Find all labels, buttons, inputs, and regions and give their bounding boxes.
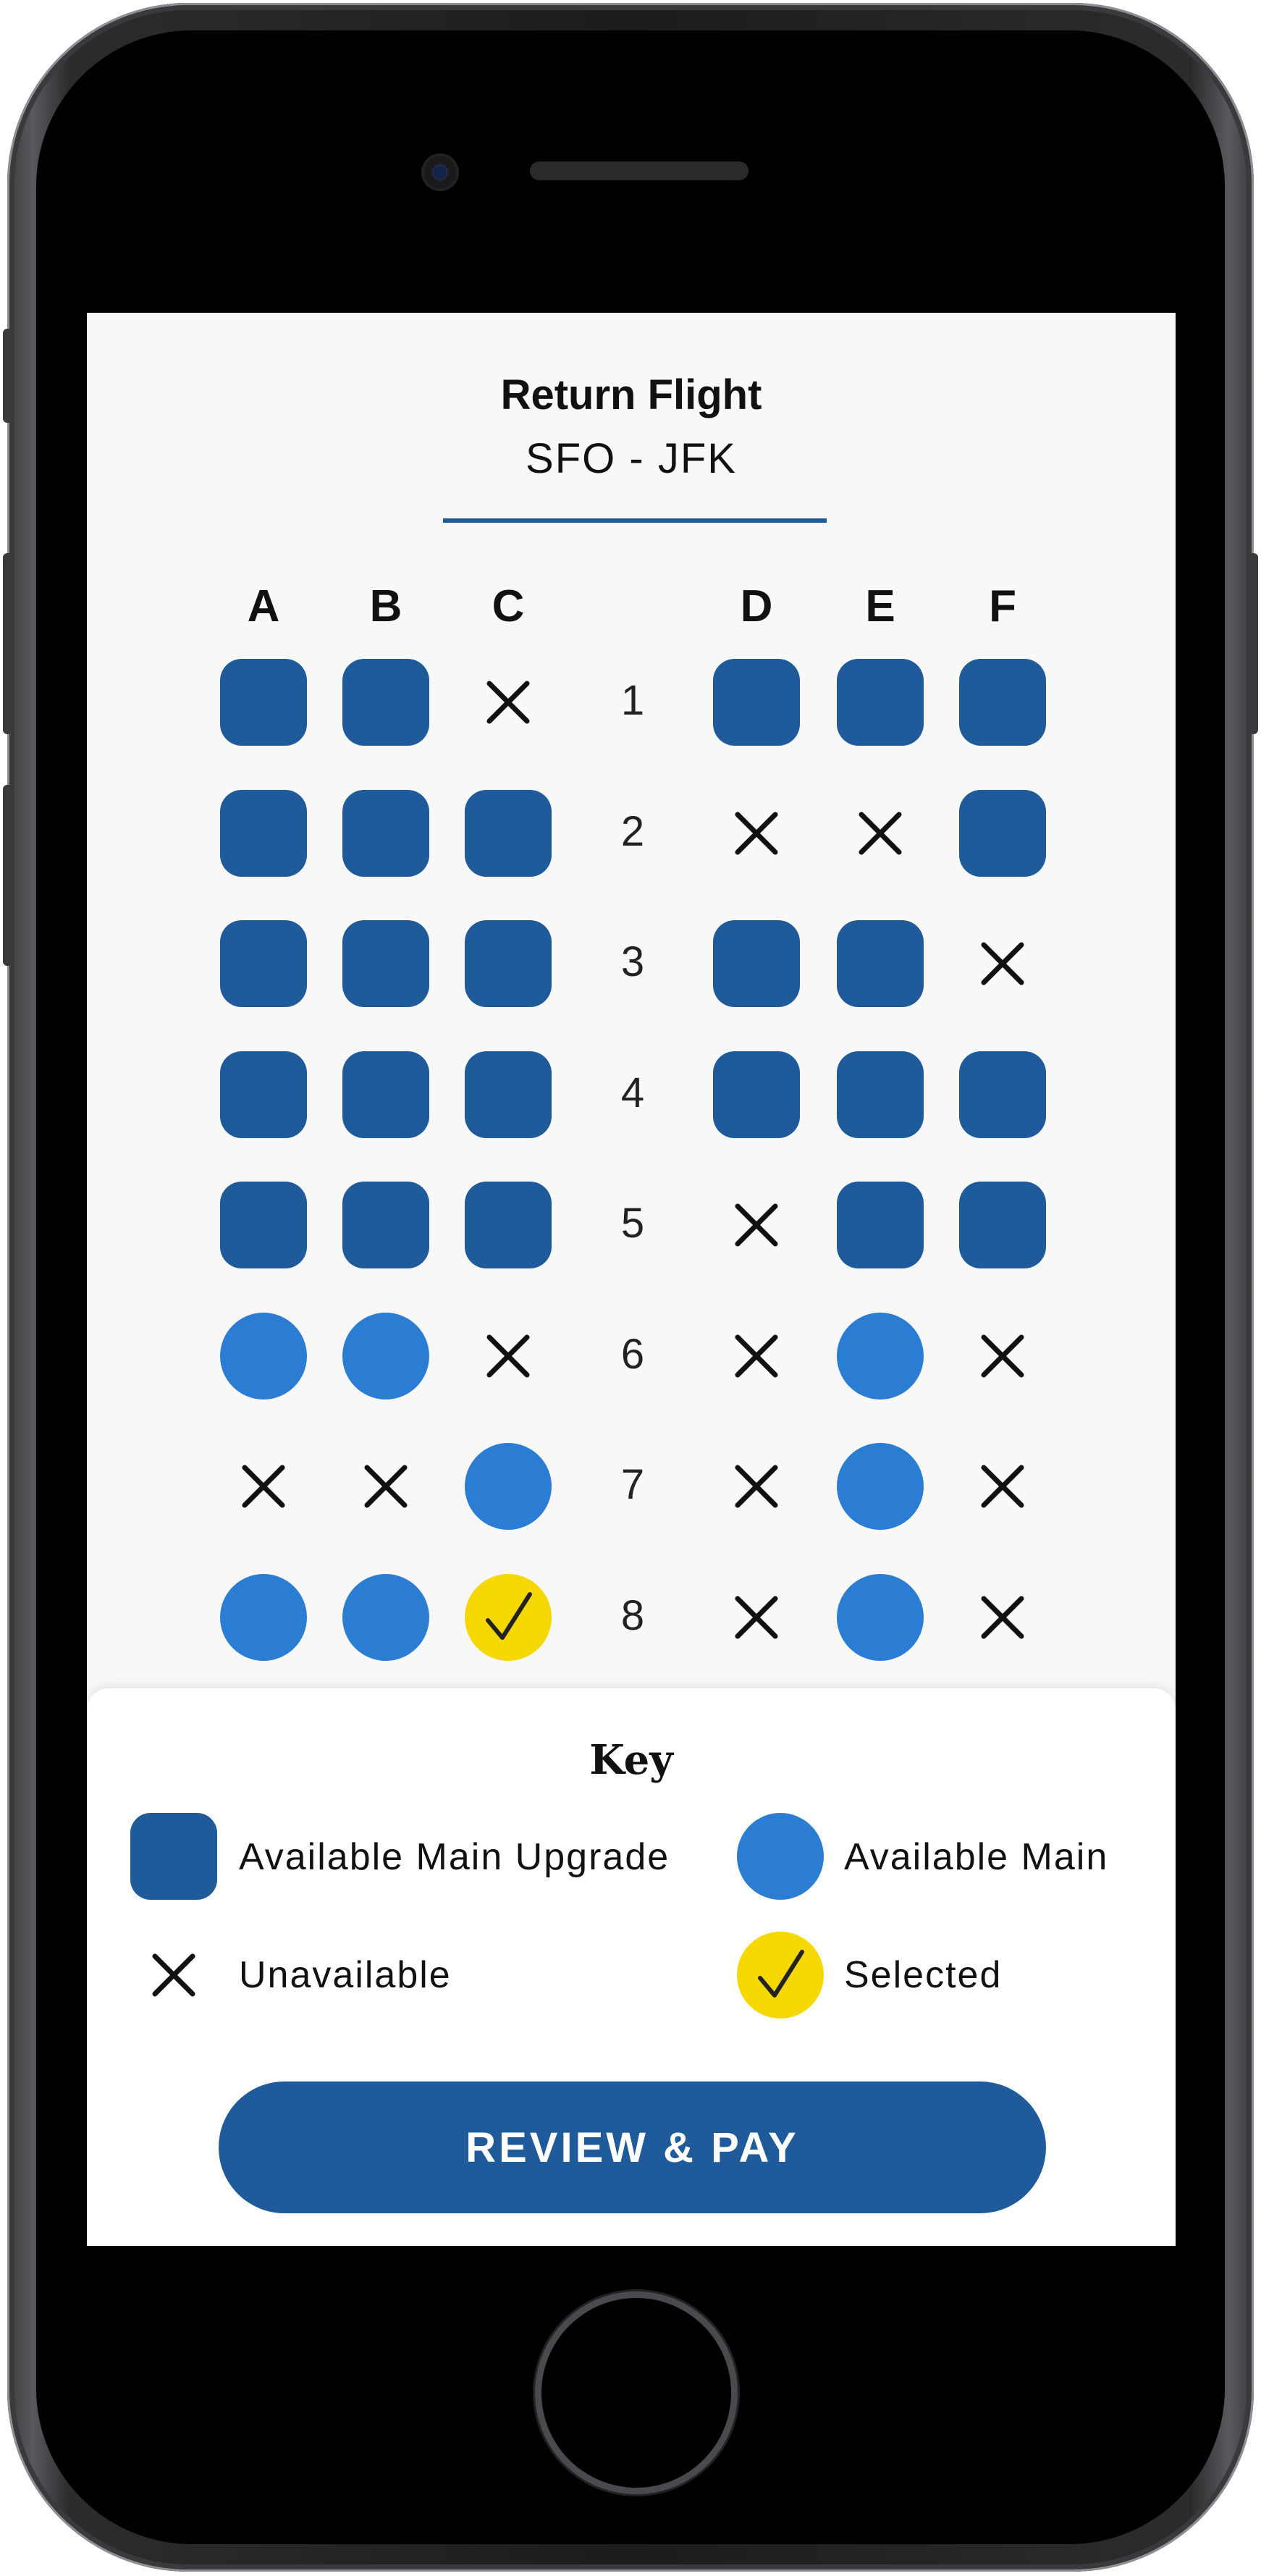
key-title: Key: [589, 1736, 673, 1784]
seat-5c-upgrade[interactable]: [465, 1182, 552, 1268]
seat-5d-unavailable: [713, 1182, 800, 1268]
seat-2d-unavailable: [713, 790, 800, 877]
seat-7a-unavailable: [220, 1443, 307, 1530]
x-mark-icon: [486, 681, 530, 724]
seat-8a-main[interactable]: [220, 1573, 307, 1661]
x-mark-icon: [735, 1465, 778, 1508]
x-mark-icon: [981, 1465, 1024, 1508]
seat-3d-upgrade[interactable]: [713, 920, 800, 1007]
seat-6d-unavailable: [713, 1313, 800, 1399]
key-label-unavailable: Unavailable: [239, 1954, 452, 1996]
column-header-d: D: [740, 581, 773, 631]
seat-1d-upgrade[interactable]: [713, 659, 800, 746]
seat-8f-unavailable: [959, 1574, 1046, 1661]
page-title: Return Flight: [500, 371, 762, 418]
seat-8b-main[interactable]: [342, 1573, 429, 1661]
row-number-4: 4: [620, 1069, 645, 1116]
seat-3e-upgrade[interactable]: [837, 920, 924, 1007]
x-mark-icon: [735, 1334, 778, 1377]
x-mark-icon: [735, 812, 778, 854]
seat-3b-upgrade[interactable]: [342, 920, 429, 1007]
seat-8d-unavailable: [713, 1574, 800, 1661]
x-mark-icon: [981, 942, 1024, 985]
seat-4e-upgrade[interactable]: [837, 1051, 924, 1138]
seat-5a-upgrade[interactable]: [220, 1182, 307, 1268]
seat-8e-main[interactable]: [837, 1573, 924, 1661]
row-number-8: 8: [620, 1591, 645, 1639]
row-number-5: 5: [620, 1200, 645, 1247]
earpiece-speaker: [530, 161, 748, 180]
seat-1e-upgrade[interactable]: [837, 659, 924, 746]
seat-4f-upgrade[interactable]: [959, 1051, 1046, 1138]
row-number-3: 3: [620, 938, 645, 985]
seat-7c-main[interactable]: [465, 1443, 552, 1530]
seat-6c-unavailable: [465, 1313, 552, 1399]
column-header-e: E: [865, 581, 895, 631]
x-mark-icon: [981, 1334, 1024, 1377]
column-header-c: C: [492, 581, 525, 631]
front-camera-icon: [421, 153, 459, 191]
seat-5e-upgrade[interactable]: [837, 1182, 924, 1268]
seat-2a-upgrade[interactable]: [220, 789, 307, 877]
seat-6f-unavailable: [959, 1313, 1046, 1399]
home-button[interactable]: [541, 2298, 731, 2488]
seat-2b-upgrade[interactable]: [342, 789, 429, 877]
row-number-2: 2: [620, 807, 645, 855]
column-header-f: F: [989, 581, 1016, 631]
x-mark-icon: [130, 1932, 217, 2019]
seat-6b-main[interactable]: [342, 1312, 429, 1399]
seat-5b-upgrade[interactable]: [342, 1182, 429, 1268]
seat-map-screen: Return Flight SFO - JFK A B C D E F 1 2 3 4 5 6 7 8 K…: [87, 313, 1176, 2246]
seat-4a-upgrade[interactable]: [220, 1051, 307, 1138]
x-mark-icon: [242, 1465, 285, 1508]
seat-6a-main[interactable]: [220, 1312, 307, 1399]
route-label: SFO - JFK: [526, 435, 737, 482]
row-number-1: 1: [620, 677, 645, 724]
x-mark-icon: [364, 1465, 408, 1508]
seat-3a-upgrade[interactable]: [220, 920, 307, 1007]
x-mark-icon: [735, 1203, 778, 1247]
seat-4c-upgrade[interactable]: [465, 1051, 552, 1138]
seat-1b-upgrade[interactable]: [342, 659, 429, 746]
seat-6e-main[interactable]: [837, 1312, 924, 1399]
seat-4d-upgrade[interactable]: [713, 1051, 800, 1138]
x-mark-icon: [486, 1334, 530, 1377]
column-header-b: B: [369, 581, 402, 631]
seat-2e-unavailable: [837, 790, 924, 877]
volume-down-button: [3, 785, 13, 966]
review-and-pay-button[interactable]: REVIEW & PAY: [219, 2082, 1046, 2213]
seat-3f-unavailable: [959, 920, 1046, 1007]
seat-7e-main[interactable]: [837, 1443, 924, 1530]
seat-1c-unavailable: [465, 659, 552, 746]
seat-4b-upgrade[interactable]: [342, 1051, 429, 1138]
upgrade-seat-icon: [130, 1813, 217, 1900]
x-mark-icon: [981, 1596, 1024, 1638]
key-label-upgrade: Available Main Upgrade: [239, 1836, 670, 1878]
volume-up-button: [3, 553, 13, 734]
seat-7b-unavailable: [342, 1443, 429, 1530]
row-number-7: 7: [620, 1461, 645, 1508]
seat-5f-upgrade[interactable]: [959, 1182, 1046, 1268]
seat-3c-upgrade[interactable]: [465, 920, 552, 1007]
x-mark-icon: [859, 812, 902, 854]
main-seat-icon: [737, 1813, 824, 1900]
x-mark-icon: [735, 1596, 778, 1638]
seat-7d-unavailable: [713, 1443, 800, 1530]
title-divider: [443, 518, 827, 523]
power-button: [1248, 553, 1258, 734]
key-label-main: Available Main: [844, 1836, 1109, 1878]
row-number-6: 6: [620, 1330, 645, 1378]
seat-1a-upgrade[interactable]: [220, 659, 307, 746]
key-label-selected: Selected: [844, 1954, 1003, 1996]
seat-2c-upgrade[interactable]: [465, 789, 552, 877]
seat-1f-upgrade[interactable]: [959, 659, 1046, 746]
column-header-a: A: [247, 581, 280, 631]
checkmark-icon: [737, 1932, 824, 2019]
seat-8c-selected[interactable]: [465, 1573, 552, 1661]
seat-7f-unavailable: [959, 1443, 1046, 1530]
seat-2f-upgrade[interactable]: [959, 789, 1046, 877]
checkmark-icon: [486, 1591, 532, 1640]
mute-switch: [3, 329, 13, 423]
